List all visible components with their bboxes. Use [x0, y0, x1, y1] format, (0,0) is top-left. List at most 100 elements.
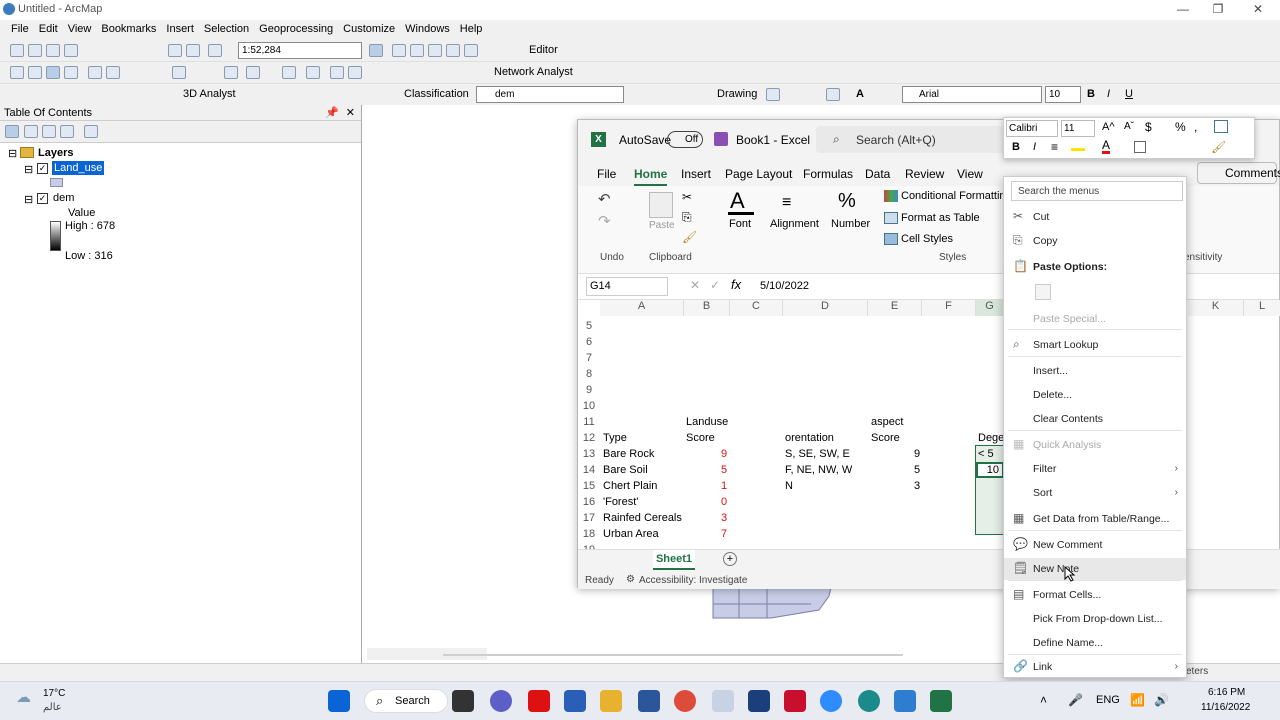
menu-format-cells[interactable]: ▤ Format Cells...	[1004, 584, 1186, 606]
sheet-tab-sheet1[interactable]: Sheet1	[653, 550, 695, 570]
full-extent-icon[interactable]	[64, 66, 78, 79]
menu-sort[interactable]: Sort ›	[1004, 482, 1186, 504]
row-header[interactable]: 10	[578, 400, 600, 412]
new-icon[interactable]	[10, 44, 24, 57]
list-by-selection-icon[interactable]	[60, 125, 74, 138]
cell-b14[interactable]: 5	[721, 464, 727, 476]
cell-a15[interactable]: Chert Plain	[603, 480, 657, 492]
select-elements-icon[interactable]	[224, 66, 238, 79]
minimize-icon[interactable]: —	[1168, 2, 1198, 16]
cell-d14[interactable]: F, NE, NW, W	[785, 464, 852, 476]
alignment-group-button[interactable]: Alignment	[770, 218, 819, 230]
table-icon[interactable]	[392, 44, 406, 57]
tab-home[interactable]: Home	[634, 167, 668, 186]
cell-b16[interactable]: 0	[721, 496, 727, 508]
col-header-g[interactable]: G	[976, 300, 1004, 316]
cancel-entry-icon[interactable]: ✕	[690, 278, 700, 292]
cut-icon[interactable]: ✂	[682, 190, 692, 204]
menu-get-data[interactable]: ▦ Get Data from Table/Range...	[1004, 508, 1186, 530]
name-box[interactable]: G14	[586, 277, 668, 296]
cell-b18[interactable]: 7	[721, 528, 727, 540]
cell-e15[interactable]: 3	[914, 480, 920, 492]
mini-table-icon[interactable]	[1214, 120, 1228, 133]
cell-a17[interactable]: Rainfed Cereals	[603, 512, 682, 524]
row-header[interactable]: 15	[578, 480, 600, 492]
app-icon[interactable]	[564, 690, 586, 712]
menu-define-name[interactable]: Define Name...	[1004, 632, 1186, 654]
menu-link[interactable]: 🔗 Link ›	[1004, 656, 1186, 678]
underline-icon[interactable]: U	[1125, 88, 1133, 100]
layer-combo[interactable]: dem	[476, 86, 624, 103]
pin-icon[interactable]: 📌	[325, 106, 339, 119]
row-header[interactable]: 14	[578, 464, 600, 476]
menu-customize[interactable]: Customize	[338, 20, 400, 40]
cell-e11[interactable]: aspect	[871, 416, 903, 428]
row-header[interactable]: 18	[578, 528, 600, 540]
land-use-checkbox[interactable]: ✓	[37, 163, 48, 174]
cell-e13[interactable]: 9	[914, 448, 920, 460]
col-header-c[interactable]: C	[730, 300, 783, 316]
col-header-l[interactable]: L	[1244, 300, 1280, 316]
redo-icon[interactable]: ↷	[598, 212, 611, 230]
catalog-icon[interactable]	[410, 44, 424, 57]
add-sheet-icon[interactable]: +	[723, 552, 737, 566]
list-by-visibility-icon[interactable]	[42, 125, 56, 138]
mini-bold-icon[interactable]: B	[1012, 141, 1020, 153]
cell-e12[interactable]: Score	[871, 432, 900, 444]
tab-insert[interactable]: Insert	[681, 167, 711, 181]
conditional-formatting-button[interactable]: Conditional Formatting	[901, 190, 1012, 202]
html-popup-icon[interactable]	[282, 66, 296, 79]
menu-bookmarks[interactable]: Bookmarks	[96, 20, 161, 40]
select-features-icon[interactable]	[172, 66, 186, 79]
maximize-icon[interactable]: ❐	[1203, 2, 1233, 16]
weather-temp[interactable]: 17°C	[43, 688, 65, 699]
cell-a13[interactable]: Bare Rock	[603, 448, 654, 460]
menu-quick-analysis[interactable]: ▦ Quick Analysis	[1004, 434, 1186, 456]
row-header[interactable]: 7	[578, 352, 600, 364]
language-indicator[interactable]: ENG	[1096, 694, 1120, 706]
menu-new-note[interactable]: 🗒 New Note	[1004, 558, 1186, 580]
menu-view[interactable]: View	[63, 20, 97, 40]
col-header-k[interactable]: K	[1188, 300, 1244, 316]
menu-help[interactable]: Help	[455, 20, 488, 40]
cell-e14[interactable]: 5	[914, 464, 920, 476]
arctoolbox-icon[interactable]	[446, 44, 460, 57]
rectangle-icon[interactable]	[826, 88, 840, 101]
find-icon[interactable]	[330, 66, 344, 79]
cell-d13[interactable]: S, SE, SW, E	[785, 448, 850, 460]
tab-formulas[interactable]: Formulas	[803, 167, 853, 181]
layers-root[interactable]: Layers	[38, 147, 73, 159]
format-as-table-button[interactable]: Format as Table	[901, 212, 980, 224]
open-icon[interactable]	[28, 44, 42, 57]
dem-ramp[interactable]	[50, 221, 61, 251]
cell-g13[interactable]: < 5	[978, 448, 994, 460]
cell-a16[interactable]: 'Forest'	[603, 496, 638, 508]
col-header-a[interactable]: A	[600, 300, 684, 316]
undo-icon[interactable]	[168, 44, 182, 57]
cell-styles-button[interactable]: Cell Styles	[901, 233, 953, 245]
font-group-button[interactable]: Font	[729, 218, 751, 230]
zoom-out-icon[interactable]	[28, 66, 42, 79]
copy-icon[interactable]: ⎘	[682, 210, 692, 225]
accessibility-status[interactable]: Accessibility: Investigate	[639, 575, 747, 586]
fixed-zoom-out-icon[interactable]	[106, 66, 120, 79]
menu-pick-list[interactable]: Pick From Drop-down List...	[1004, 608, 1186, 630]
format-painter-icon[interactable]: 🖌	[682, 230, 697, 244]
network-analyst-menu[interactable]: Network Analyst	[494, 66, 573, 78]
formula-input[interactable]: 5/10/2022	[760, 280, 809, 292]
identify-icon[interactable]	[246, 66, 260, 79]
cell-g14[interactable]: 10	[976, 462, 1004, 478]
menu-clear-contents[interactable]: Clear Contents	[1004, 408, 1186, 430]
menu-edit[interactable]: Edit	[34, 20, 63, 40]
col-header-f[interactable]: F	[922, 300, 976, 316]
mcafee-icon[interactable]	[784, 690, 806, 712]
arcmap-taskbar-icon[interactable]	[858, 690, 880, 712]
toc-close-icon[interactable]: ✕	[346, 106, 355, 119]
row-header[interactable]: 17	[578, 512, 600, 524]
start-icon[interactable]	[328, 690, 350, 712]
add-data-icon[interactable]	[208, 44, 222, 57]
teams-icon[interactable]	[490, 690, 512, 712]
percent-icon[interactable]: %	[838, 190, 856, 213]
select-pointer-icon[interactable]	[766, 88, 780, 101]
row-header[interactable]: 11	[578, 416, 600, 428]
